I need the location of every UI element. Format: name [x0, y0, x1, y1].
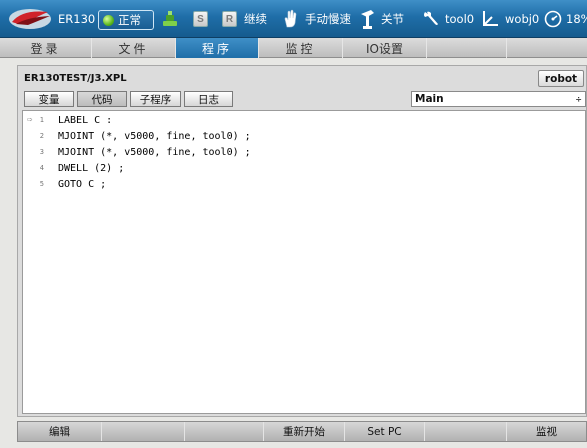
program-panel: ER130TEST/J3.XPL robot 变量 代码 子程序 日志 Main… — [17, 65, 587, 417]
menu-io-settings[interactable]: IO设置 — [343, 38, 427, 58]
speed-mode[interactable]: 手动慢速 — [305, 11, 351, 27]
restart-button[interactable]: 重新开始 — [264, 422, 345, 441]
status-bar: ER130 正常 S R 继续 手动慢速 关节 tool0 wobj0 18 — [0, 0, 587, 38]
function-button-empty-2[interactable] — [185, 422, 264, 441]
robot-icon[interactable] — [160, 0, 180, 38]
joint-label[interactable]: 关节 — [381, 11, 404, 27]
select-arrow-icon: ÷ — [575, 94, 582, 104]
menu-file[interactable]: 文件 — [92, 38, 176, 58]
tab-log[interactable]: 日志 — [184, 91, 233, 107]
set-pc-button[interactable]: Set PC — [345, 422, 425, 441]
r-button[interactable]: R — [222, 11, 237, 27]
menu-program[interactable]: 程序 — [176, 38, 259, 58]
line-number: 3 — [39, 148, 44, 156]
hand-icon — [281, 0, 299, 38]
code-editor[interactable]: ⇨ 1 LABEL C : 2 MJOINT (*, v5000, fine, … — [22, 110, 586, 414]
code-line[interactable]: 3 MJOINT (*, v5000, fine, tool0) ; — [23, 145, 585, 159]
joint-icon — [359, 0, 377, 38]
tab-code[interactable]: 代码 — [77, 91, 127, 107]
line-code: MJOINT (*, v5000, fine, tool0) ; — [58, 130, 251, 142]
menu-empty-2 — [507, 38, 587, 58]
line-code: GOTO C ; — [58, 178, 107, 190]
line-number: 5 — [39, 180, 44, 188]
robot-model: ER130 — [58, 12, 96, 26]
menu-empty-1 — [427, 38, 507, 58]
line-number: 4 — [39, 164, 44, 172]
line-number: 2 — [39, 132, 44, 140]
line-code: LABEL C : — [58, 114, 113, 126]
routine-select[interactable]: Main ÷ — [411, 91, 586, 107]
wobj-label[interactable]: wobj0 — [505, 12, 539, 26]
line-code: DWELL (2) ; — [58, 162, 125, 174]
menu-monitor[interactable]: 监控 — [259, 38, 343, 58]
er-logo-icon — [8, 0, 54, 38]
main-menu: 登录 文件 程序 监控 IO设置 — [0, 38, 587, 58]
tab-variables[interactable]: 变量 — [24, 91, 74, 107]
run-state-label: 正常 — [118, 13, 141, 27]
code-line[interactable]: ⇨ 1 LABEL C : — [23, 113, 585, 127]
function-button-empty-1[interactable] — [102, 422, 185, 441]
speed-percent[interactable]: 18% — [566, 12, 587, 26]
edit-button[interactable]: 编辑 — [18, 422, 102, 441]
monitor-button[interactable]: 监视 — [507, 422, 586, 441]
speed-dial-icon — [544, 0, 562, 38]
green-status-icon — [103, 14, 114, 26]
code-line[interactable]: 4 DWELL (2) ; — [23, 161, 585, 175]
code-line[interactable]: 2 MJOINT (*, v5000, fine, tool0) ; — [23, 129, 585, 143]
run-state-indicator[interactable]: 正常 — [98, 10, 154, 30]
line-code: MJOINT (*, v5000, fine, tool0) ; — [58, 146, 251, 158]
tab-subroutine[interactable]: 子程序 — [130, 91, 181, 107]
routine-select-value: Main — [415, 93, 444, 105]
menu-login[interactable]: 登录 — [0, 38, 92, 58]
code-line[interactable]: 5 GOTO C ; — [23, 177, 585, 191]
program-path: ER130TEST/J3.XPL — [24, 73, 127, 84]
robot-button[interactable]: robot — [538, 70, 584, 87]
tool-label[interactable]: tool0 — [445, 12, 474, 26]
function-bar: 编辑 重新开始 Set PC 监视 — [17, 421, 587, 442]
s-button[interactable]: S — [193, 11, 208, 27]
line-number: 1 — [39, 116, 44, 124]
function-button-empty-3[interactable] — [425, 422, 507, 441]
continue-label[interactable]: 继续 — [244, 11, 267, 27]
wrench-icon — [421, 0, 441, 38]
coordinate-icon — [480, 0, 500, 38]
